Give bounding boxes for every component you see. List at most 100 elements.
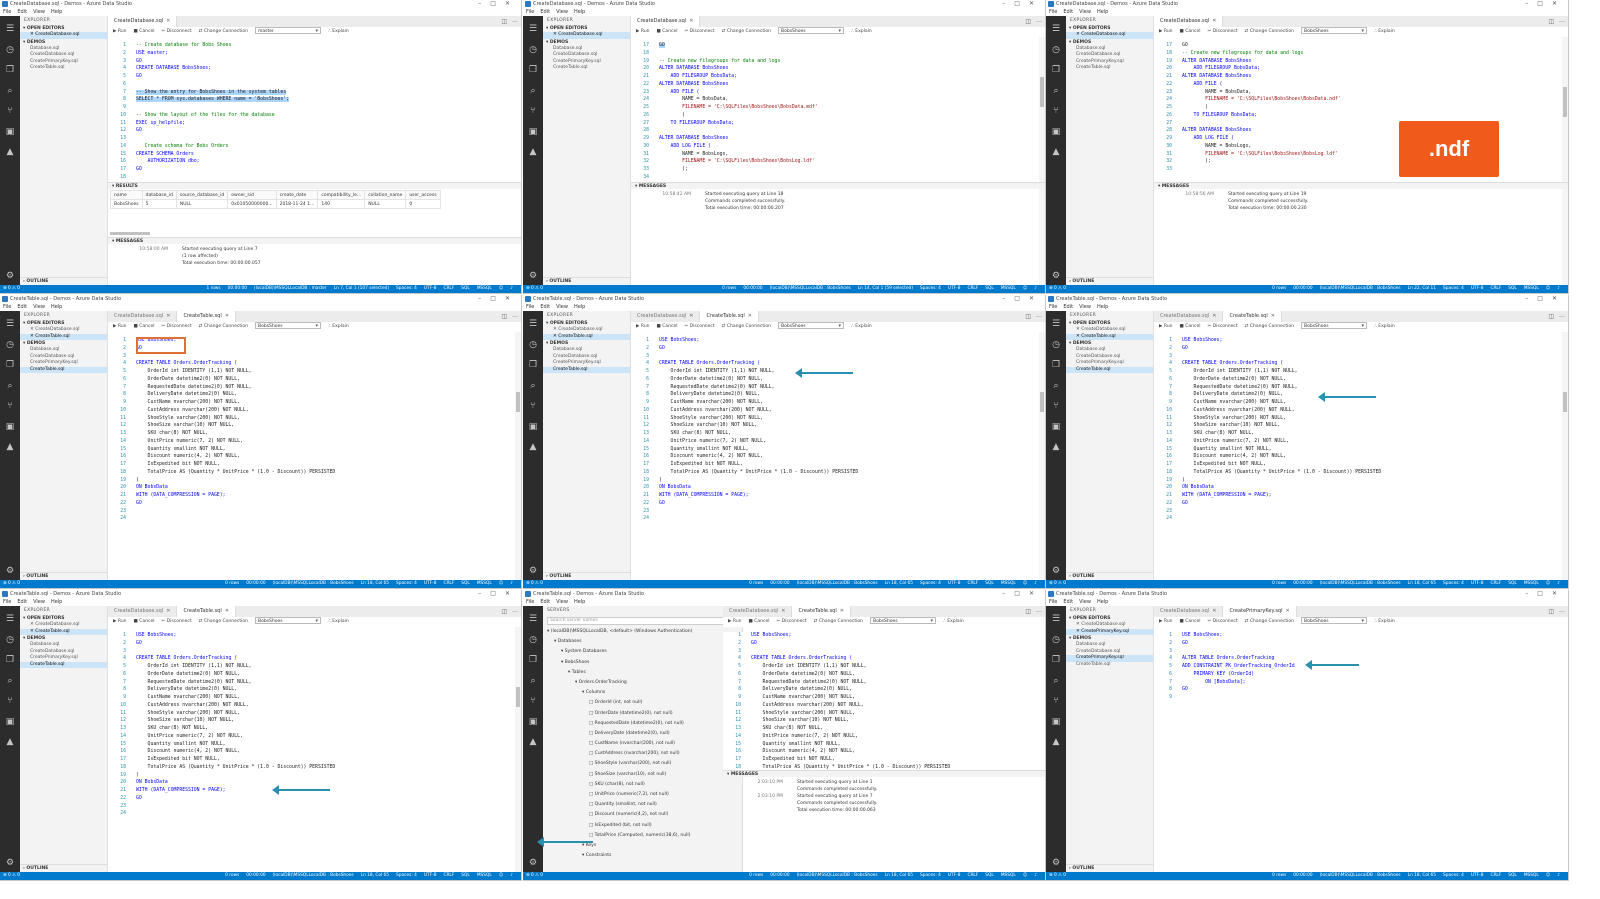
menu-item-edit[interactable]: Edit: [17, 599, 27, 605]
demos-folder-section[interactable]: ▾ DEMOS: [1066, 340, 1153, 347]
connection-status[interactable]: (localDB)\MSSQLLocalDB : BobsShoes: [1320, 873, 1401, 878]
problems-indicator[interactable]: ⊗ 0 ⚠ 0: [526, 285, 543, 293]
menu-item-view[interactable]: View: [33, 9, 45, 15]
window-controls[interactable]: –□✕: [478, 0, 519, 8]
more-actions-icon[interactable]: …: [1036, 312, 1042, 319]
server-search-input[interactable]: Search server names: [547, 617, 738, 625]
row-count[interactable]: 0 rows: [1272, 286, 1286, 291]
source-control-icon[interactable]: ⑂: [528, 696, 538, 706]
vertical-scrollbar[interactable]: [1562, 332, 1568, 580]
search-icon[interactable]: ⌕: [1051, 381, 1061, 391]
change-connection-button[interactable]: ⇄ Change Connection: [199, 324, 248, 329]
problems-indicator[interactable]: ⊗ 0 ⚠ 0: [1049, 580, 1066, 588]
problems-indicator[interactable]: ⊗ 0 ⚠ 0: [3, 580, 20, 588]
split-editor-icon[interactable]: ◫: [1548, 18, 1554, 25]
row-count[interactable]: 0 rows: [722, 286, 736, 291]
menu-item-help[interactable]: Help: [51, 599, 62, 605]
language-mode[interactable]: SQL: [1508, 873, 1517, 878]
language-mode[interactable]: SQL: [985, 873, 994, 878]
column-header[interactable]: database_id: [141, 190, 177, 200]
provider[interactable]: MSSQL: [1524, 873, 1539, 878]
extensions-icon[interactable]: ▣: [1051, 717, 1061, 727]
code-editor[interactable]: 1 USE BobsShoes; 2 GO 3 4 ALTER TABLE Orders.O…: [1154, 632, 1568, 702]
column-header[interactable]: collation_name: [364, 190, 407, 200]
result-cell[interactable]: 5: [141, 199, 177, 209]
connection-status[interactable]: (localDB)\MSSQLLocalDB : BobsShoes: [273, 873, 354, 878]
tree-node[interactable]: □ TotalPrice (Computed, numeric(38,6), n…: [543, 831, 742, 841]
database-select[interactable]: BobsShoes: [870, 617, 936, 625]
menu-item-file[interactable]: File: [3, 9, 11, 15]
indentation[interactable]: Spaces: 4: [920, 581, 941, 586]
provider[interactable]: MSSQL: [477, 873, 492, 878]
smiley-feedback-icon[interactable]: ☺: [1546, 286, 1550, 291]
azure-icon[interactable]: ▲: [5, 147, 15, 157]
disconnect-button[interactable]: ✂ Disconnect: [1207, 29, 1237, 34]
outline-section[interactable]: › OUTLINE: [543, 277, 630, 285]
menu-item-help[interactable]: Help: [51, 9, 62, 15]
menu-item-view[interactable]: View: [1079, 599, 1091, 605]
demos-folder-section[interactable]: ▾ DEMOS: [1066, 635, 1153, 642]
results-row[interactable]: BobsShoes 5 NULL 0x01050000000... 2018-11-24…: [110, 199, 441, 209]
encoding[interactable]: UTF-8: [424, 286, 437, 291]
extensions-icon[interactable]: ▣: [528, 422, 538, 432]
disconnect-button[interactable]: ✂ Disconnect: [684, 29, 714, 34]
cancel-button[interactable]: ■ Cancel: [657, 324, 678, 329]
explain-button[interactable]: ∴ Explain: [328, 29, 349, 34]
language-mode[interactable]: SQL: [985, 581, 994, 586]
menu-item-file[interactable]: File: [526, 304, 534, 310]
run-button[interactable]: ▶ Run: [636, 29, 650, 34]
azure-icon[interactable]: ▲: [5, 442, 15, 452]
row-count[interactable]: 0 rows: [749, 581, 763, 586]
explain-button[interactable]: ∴ Explain: [943, 619, 964, 624]
vertical-scrollbar[interactable]: [515, 332, 521, 580]
bell-icon[interactable]: ♪: [510, 873, 513, 878]
language-mode[interactable]: SQL: [461, 873, 470, 878]
disconnect-button[interactable]: ✂ Disconnect: [161, 29, 191, 34]
elapsed-time[interactable]: 00:00:00: [246, 581, 265, 586]
history-icon[interactable]: ◷: [1051, 635, 1061, 645]
menu-item-help[interactable]: Help: [574, 599, 585, 605]
history-icon[interactable]: ◷: [5, 635, 15, 645]
menu-item-help[interactable]: Help: [51, 304, 62, 310]
tree-node[interactable]: □ Quantity (smallint, not null): [543, 800, 742, 810]
problems-indicator[interactable]: ⊗ 0 ⚠ 0: [526, 872, 543, 880]
search-icon[interactable]: ⌕: [1051, 86, 1061, 96]
result-cell[interactable]: NULL: [175, 199, 229, 209]
more-actions-icon[interactable]: …: [1036, 17, 1042, 24]
line-ending[interactable]: CRLF: [967, 581, 978, 586]
source-control-icon[interactable]: ⑂: [5, 106, 15, 116]
servers-icon[interactable]: ☰: [1051, 319, 1061, 329]
indentation[interactable]: Spaces: 4: [1443, 286, 1464, 291]
demos-folder-section[interactable]: ▾ DEMOS: [543, 39, 630, 46]
indentation[interactable]: Spaces: 4: [396, 286, 417, 291]
close-tab-icon[interactable]: ✕: [166, 313, 170, 319]
tree-node[interactable]: ▾ Orders.OrderTracking: [543, 678, 742, 688]
encoding[interactable]: UTF-8: [424, 873, 437, 878]
close-tab-icon[interactable]: ✕: [225, 608, 229, 614]
menu-item-view[interactable]: View: [556, 9, 568, 15]
close-tab-icon[interactable]: ✕: [1212, 313, 1216, 319]
column-header[interactable]: create_date: [275, 190, 319, 200]
close-tab-icon[interactable]: ✕: [1212, 18, 1216, 24]
smiley-feedback-icon[interactable]: ☺: [1023, 286, 1027, 291]
outline-section[interactable]: › OUTLINE: [20, 277, 107, 285]
scrollbar-thumb[interactable]: [516, 392, 520, 412]
tab-file[interactable]: CreateTable.sql ✕: [1223, 311, 1282, 322]
menu-item-view[interactable]: View: [33, 304, 45, 310]
settings-gear-icon[interactable]: ⚙: [528, 566, 538, 576]
menu-item-file[interactable]: File: [526, 599, 534, 605]
history-icon[interactable]: ◷: [5, 45, 15, 55]
open-editors-section[interactable]: ▾ OPEN EDITORS: [543, 320, 630, 327]
line-ending[interactable]: CRLF: [1490, 581, 1501, 586]
indentation[interactable]: Spaces: 4: [1443, 581, 1464, 586]
elapsed-time[interactable]: 00:00:00: [770, 873, 789, 878]
encoding[interactable]: UTF-8: [948, 873, 961, 878]
cursor-position[interactable]: Ln 22, Col 11: [1408, 286, 1436, 291]
database-select[interactable]: BobsShoes: [1301, 617, 1367, 625]
explorer-icon[interactable]: ❐: [5, 360, 15, 370]
window-controls[interactable]: –□✕: [478, 295, 519, 303]
azure-icon[interactable]: ▲: [1051, 147, 1061, 157]
language-mode[interactable]: SQL: [461, 286, 470, 291]
close-tab-icon[interactable]: ✕: [225, 313, 229, 319]
more-actions-icon[interactable]: …: [1036, 607, 1042, 614]
